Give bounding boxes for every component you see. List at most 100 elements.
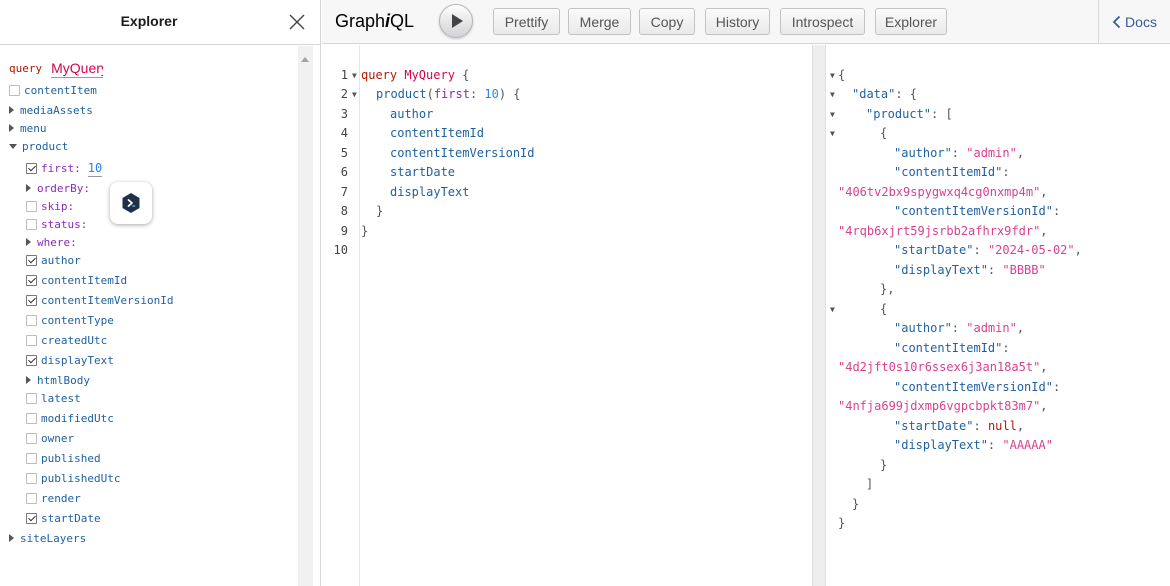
editor-divider[interactable]: [812, 45, 826, 586]
introspect-button[interactable]: Introspect: [780, 8, 865, 35]
explorer-field-sitelayers[interactable]: siteLayers: [9, 530, 86, 546]
extension-icon[interactable]: [110, 182, 152, 224]
chevron-right-icon[interactable]: [26, 184, 31, 192]
field-label: render: [41, 491, 81, 505]
explorer-tree: query contentItem mediaAssets menu produ…: [0, 46, 298, 586]
close-icon[interactable]: [287, 12, 307, 32]
explorer-field-publishedutc[interactable]: publishedUtc: [26, 470, 120, 486]
json-line: "4d2jft0s10r6ssex6j3an18a5t",: [838, 360, 1048, 374]
code-line-9: }: [361, 224, 369, 238]
field-label: published: [41, 451, 101, 465]
code-line-8: }: [376, 204, 384, 218]
field-label: latest: [41, 391, 81, 405]
json-line: "4rqb6xjrt59jsrbb2afhrx9fdr",: [838, 224, 1048, 238]
json-line: }: [838, 516, 846, 530]
explorer-field-contentitemid[interactable]: contentItemId: [26, 272, 127, 288]
explorer-button[interactable]: Explorer: [875, 8, 947, 35]
line-number: 2: [340, 87, 348, 101]
explorer-field-startdate[interactable]: startDate: [26, 510, 101, 526]
copy-button[interactable]: Copy: [639, 8, 695, 35]
field-checkbox[interactable]: [26, 294, 37, 306]
explorer-field-menu[interactable]: menu: [9, 120, 47, 136]
field-checkbox[interactable]: [26, 412, 37, 424]
json-line: }: [880, 458, 888, 472]
fold-icon[interactable]: ▼: [830, 105, 838, 124]
field-checkbox[interactable]: [26, 254, 37, 266]
arg-checkbox[interactable]: [26, 162, 37, 174]
history-button[interactable]: History: [705, 8, 770, 35]
explorer-field-mediaassets[interactable]: mediaAssets: [9, 102, 93, 118]
field-label: siteLayers: [20, 531, 87, 545]
explorer-field-render[interactable]: render: [26, 490, 81, 506]
explorer-field-htmlbody[interactable]: htmlBody: [26, 372, 90, 388]
result-viewer: ▼ ▼ ▼ ▼ ▼ { "data": { "product": [ { "au…: [826, 45, 1170, 586]
explorer-arg-skip[interactable]: skip:: [26, 198, 74, 214]
explorer-arg-orderby[interactable]: orderBy:: [26, 180, 90, 196]
chevron-right-icon[interactable]: [9, 534, 14, 542]
field-checkbox[interactable]: [26, 314, 37, 326]
play-icon: [452, 14, 463, 28]
json-line: "displayText": "BBBB": [894, 263, 1046, 277]
explorer-field-modifiedutc[interactable]: modifiedUtc: [26, 410, 114, 426]
fold-icon[interactable]: ▼: [352, 66, 358, 85]
explorer-field-contenttype[interactable]: contentType: [26, 312, 114, 328]
query-editor[interactable]: 1 2 3 4 5 6 7 8 9 10 ▼ ▼ query MyQuery {…: [322, 45, 812, 586]
field-checkbox[interactable]: [26, 392, 37, 404]
explorer-arg-first[interactable]: first:: [26, 159, 102, 177]
explorer-field-product[interactable]: product: [9, 138, 68, 154]
graphiql-logo: GraphiQL: [335, 11, 415, 31]
field-checkbox[interactable]: [26, 334, 37, 346]
explorer-arg-status[interactable]: status:: [26, 216, 87, 232]
explorer-field-contentitemversionid[interactable]: contentItemVersionId: [26, 292, 173, 308]
json-line: "4nfja699jdxmp6vgpcbpkt83m7",: [838, 399, 1048, 413]
fold-icon[interactable]: ▼: [830, 85, 838, 104]
fold-icon[interactable]: ▼: [830, 66, 838, 85]
scroll-up-icon[interactable]: [301, 57, 309, 62]
field-checkbox[interactable]: [26, 452, 37, 464]
line-number: 9: [340, 224, 348, 238]
arg-checkbox[interactable]: [26, 218, 37, 230]
docs-button[interactable]: Docs: [1112, 14, 1157, 30]
fold-icon[interactable]: ▼: [352, 85, 358, 104]
fold-icon[interactable]: ▼: [830, 124, 838, 143]
explorer-field-owner[interactable]: owner: [26, 430, 74, 446]
field-checkbox[interactable]: [26, 432, 37, 444]
chevron-right-icon[interactable]: [9, 124, 14, 132]
first-arg-input[interactable]: [87, 159, 102, 177]
code-line-3: author: [390, 107, 434, 121]
explorer-field-createdutc[interactable]: createdUtc: [26, 332, 107, 348]
field-checkbox[interactable]: [26, 472, 37, 484]
fold-icon[interactable]: ▼: [830, 300, 838, 319]
line-number: 3: [340, 107, 348, 121]
chevron-right-icon[interactable]: [9, 106, 14, 114]
field-checkbox[interactable]: [26, 354, 37, 366]
field-label: menu: [20, 121, 47, 135]
explorer-field-displaytext[interactable]: displayText: [26, 352, 114, 368]
code-line-5: contentItemVersionId: [390, 146, 535, 160]
chevron-down-icon[interactable]: [9, 143, 17, 149]
merge-button[interactable]: Merge: [568, 8, 631, 35]
code-line-4: contentItemId: [390, 126, 484, 140]
explorer-field-published[interactable]: published: [26, 450, 101, 466]
code-line-6: startDate: [390, 165, 456, 179]
chevron-right-icon[interactable]: [26, 376, 31, 384]
explorer-field-latest[interactable]: latest: [26, 390, 81, 406]
field-checkbox[interactable]: [26, 274, 37, 286]
chevron-right-icon[interactable]: [26, 238, 31, 246]
arg-checkbox[interactable]: [26, 200, 37, 212]
arg-label: first:: [41, 161, 81, 175]
explorer-field-contentitem[interactable]: contentItem: [9, 82, 97, 98]
explorer-field-author[interactable]: author: [26, 252, 81, 268]
line-number: 8: [340, 204, 348, 218]
operation-name-input[interactable]: [51, 58, 104, 78]
field-checkbox[interactable]: [9, 84, 20, 96]
arg-label: status:: [41, 217, 88, 231]
prettify-button[interactable]: Prettify: [493, 8, 560, 35]
json-line: {: [880, 302, 888, 316]
run-button[interactable]: [439, 4, 473, 38]
explorer-arg-where[interactable]: where:: [26, 234, 77, 250]
explorer-scrollbar[interactable]: [298, 46, 313, 586]
field-checkbox[interactable]: [26, 512, 37, 524]
json-line: "author": "admin",: [894, 321, 1025, 335]
field-checkbox[interactable]: [26, 492, 37, 504]
